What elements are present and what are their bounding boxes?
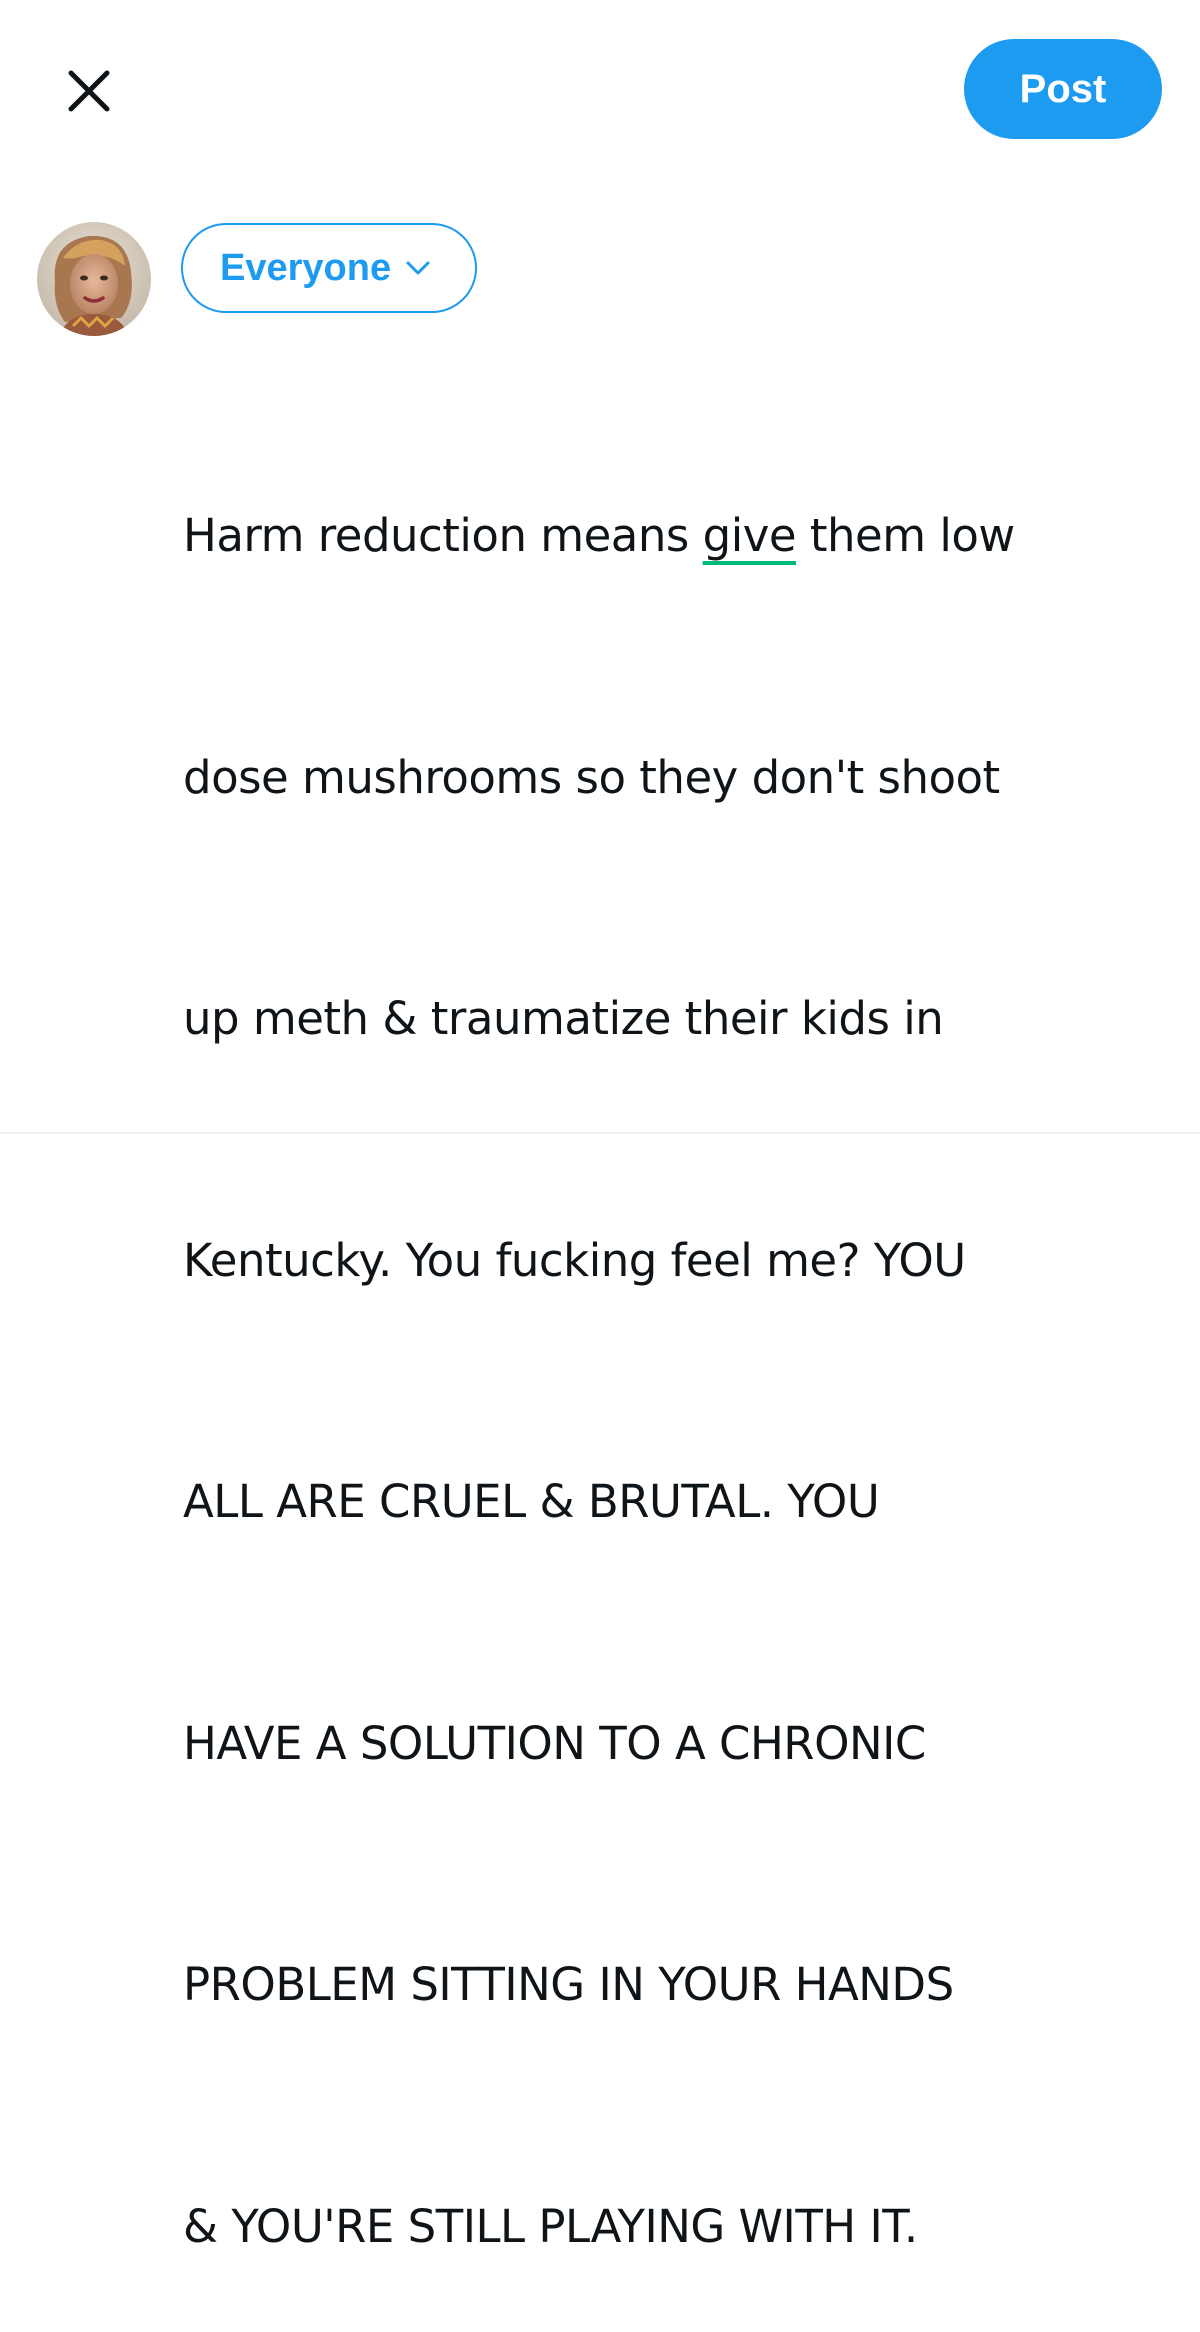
compose-line: dose mushrooms so they don't shoot [183, 750, 1000, 804]
post-button[interactable]: Post [964, 39, 1162, 139]
compose-line: PROBLEM SITTING IN YOUR HANDS [183, 1958, 954, 2011]
close-icon [68, 70, 110, 112]
bottom-divider [0, 1132, 1200, 1134]
chevron-down-icon [405, 260, 431, 276]
compose-line: ALL ARE CRUEL & BRUTAL. YOU [183, 1475, 880, 1528]
compose-line: up meth & traumatize their kids in [183, 992, 944, 1045]
compose-line: HAVE A SOLUTION TO A CHRONIC [183, 1716, 926, 1770]
close-button[interactable] [56, 58, 122, 124]
audience-selector[interactable]: Everyone [181, 223, 477, 313]
compose-line: & YOU'RE STILL PLAYING WITH IT. [183, 2199, 918, 2253]
avatar-image [37, 222, 151, 336]
spellcheck-flagged-word[interactable]: give [703, 509, 797, 562]
compose-textarea[interactable]: Harm reduction means give them low dose … [183, 335, 1173, 2332]
audience-label: Everyone [220, 246, 392, 289]
compose-line: Kentucky. You fucking feel me? YOU [183, 1233, 966, 1287]
avatar[interactable] [37, 222, 151, 336]
compose-line: Harm reduction means give them low [183, 509, 1015, 562]
